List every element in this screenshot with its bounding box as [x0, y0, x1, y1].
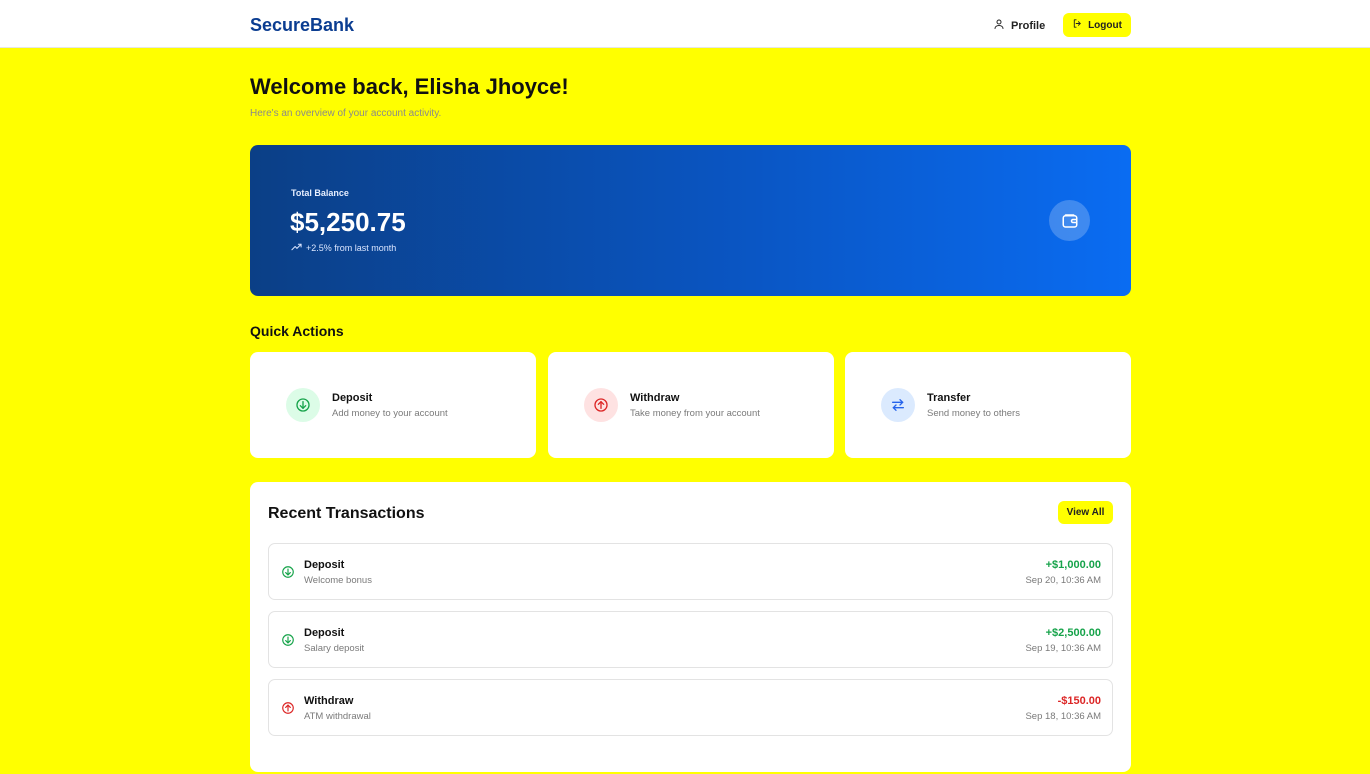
view-all-button[interactable]: View All — [1058, 501, 1113, 524]
transaction-row[interactable]: Deposit Salary deposit +$2,500.00 Sep 19… — [268, 611, 1113, 668]
deposit-action-card[interactable]: Deposit Add money to your account — [250, 352, 536, 458]
profile-label: Profile — [1011, 19, 1046, 32]
transaction-date: Sep 18, 10:36 AM — [1025, 711, 1101, 722]
action-title: Withdraw — [630, 392, 680, 404]
arrow-down-circle-icon — [280, 564, 296, 580]
transaction-description: Welcome bonus — [304, 575, 372, 586]
transaction-row[interactable]: Withdraw ATM withdrawal -$150.00 Sep 18,… — [268, 679, 1113, 736]
transaction-date: Sep 20, 10:36 AM — [1025, 575, 1101, 586]
profile-button[interactable]: Profile — [993, 18, 1045, 33]
transaction-type: Deposit — [304, 627, 345, 639]
transfer-arrows-icon — [881, 388, 915, 422]
arrow-up-circle-icon — [584, 388, 618, 422]
logout-icon — [1072, 18, 1083, 32]
action-description: Send money to others — [927, 408, 1020, 419]
transaction-type: Deposit — [304, 559, 345, 571]
action-title: Deposit — [332, 392, 373, 404]
quick-actions-title: Quick Actions — [250, 323, 344, 339]
withdraw-action-card[interactable]: Withdraw Take money from your account — [548, 352, 834, 458]
logout-label: Logout — [1088, 19, 1122, 31]
wallet-icon — [1049, 200, 1090, 241]
arrow-down-circle-icon — [280, 632, 296, 648]
balance-card: Total Balance $5,250.75 +2.5% from last … — [250, 145, 1131, 296]
balance-change: +2.5% from last month — [291, 243, 396, 253]
transaction-type: Withdraw — [304, 695, 354, 707]
action-title: Transfer — [927, 392, 971, 404]
balance-amount: $5,250.75 — [290, 207, 406, 237]
trending-up-icon — [291, 243, 302, 253]
recent-transactions-title: Recent Transactions — [268, 505, 425, 522]
arrow-up-circle-icon — [280, 700, 296, 716]
brand-logo[interactable]: SecureBank — [250, 15, 354, 36]
user-icon — [993, 18, 1005, 33]
transaction-date: Sep 19, 10:36 AM — [1025, 643, 1101, 654]
transaction-amount: +$2,500.00 — [1045, 627, 1101, 639]
top-navbar: SecureBank Profile Logout — [0, 0, 1370, 48]
recent-transactions-panel: Recent Transactions View All Deposit Wel… — [250, 482, 1131, 772]
balance-change-text: +2.5% from last month — [306, 243, 397, 253]
action-description: Add money to your account — [332, 408, 448, 419]
transaction-description: ATM withdrawal — [304, 711, 371, 722]
transaction-amount: -$150.00 — [1057, 695, 1101, 707]
logout-button[interactable]: Logout — [1063, 13, 1131, 37]
transfer-action-card[interactable]: Transfer Send money to others — [845, 352, 1131, 458]
welcome-subtitle: Here's an overview of your account activ… — [250, 108, 442, 119]
action-description: Take money from your account — [630, 408, 760, 419]
welcome-heading: Welcome back, Elisha Jhoyce! — [250, 74, 569, 99]
transaction-amount: +$1,000.00 — [1045, 559, 1101, 571]
transaction-description: Salary deposit — [304, 643, 365, 654]
transaction-row[interactable]: Deposit Welcome bonus +$1,000.00 Sep 20,… — [268, 543, 1113, 600]
arrow-down-circle-icon — [286, 388, 320, 422]
balance-label: Total Balance — [291, 188, 349, 198]
